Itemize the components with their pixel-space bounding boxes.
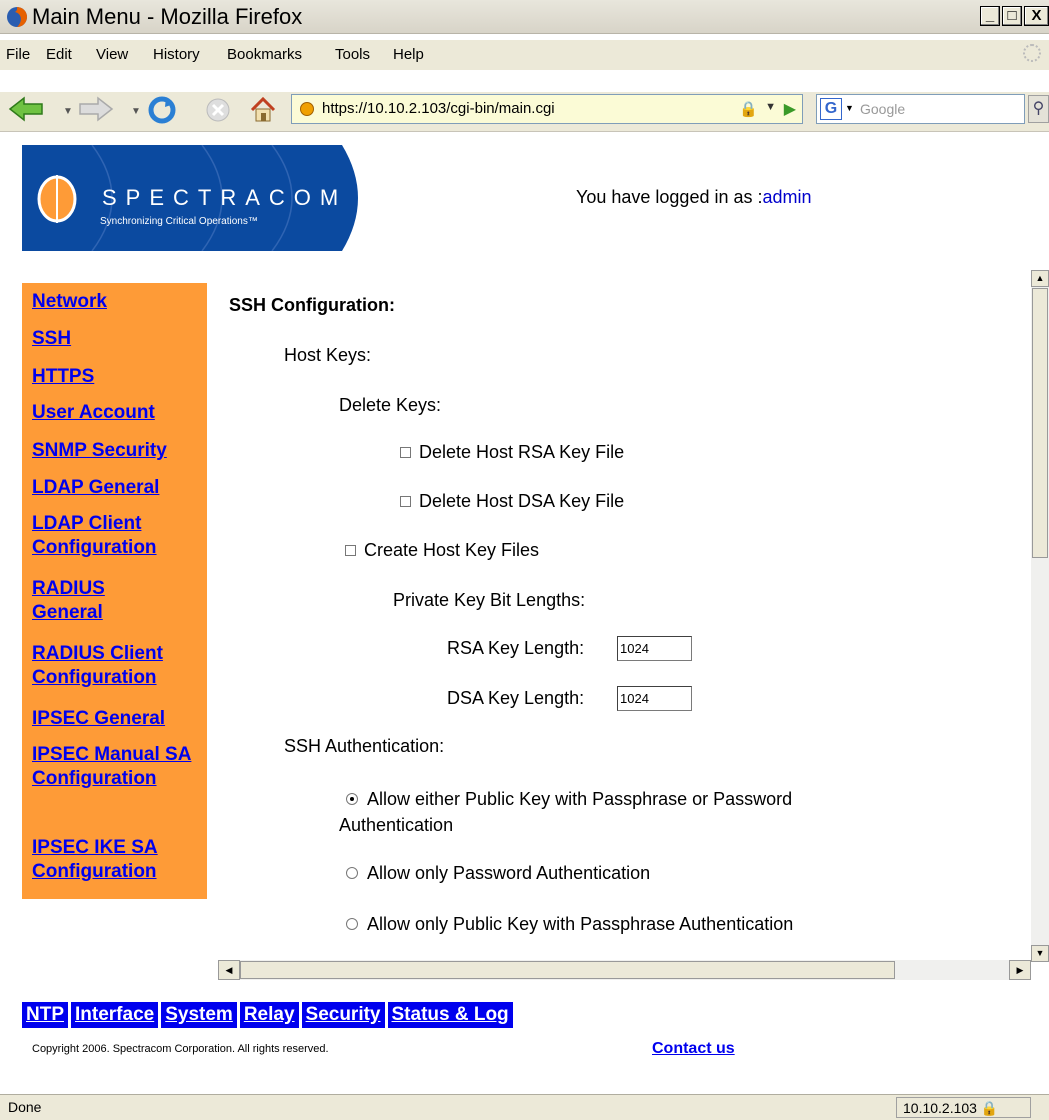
create-keys-label: Create Host Key Files bbox=[364, 540, 540, 560]
vertical-scrollbar[interactable]: ▲ ▼ bbox=[1031, 270, 1049, 962]
scroll-down-button[interactable]: ▼ bbox=[1031, 945, 1049, 962]
url-dropdown-icon[interactable]: ▼ bbox=[765, 101, 776, 113]
page-title: SSH Configuration: bbox=[229, 295, 395, 315]
footer-tab-status-log[interactable]: Status & Log bbox=[387, 1002, 513, 1028]
search-magnifier-icon[interactable]: ⚲ bbox=[1028, 95, 1049, 123]
auth-pubkey-radio[interactable] bbox=[346, 918, 358, 930]
window-title: Main Menu - Mozilla Firefox bbox=[32, 4, 303, 29]
auth-either-radio[interactable] bbox=[346, 793, 358, 805]
auth-password-label: Allow only Password Authentication bbox=[367, 863, 651, 883]
spectracom-logo: SPECTRACOM Synchronizing Critical Operat… bbox=[22, 145, 372, 251]
sidebar-item-radius-client[interactable]: RADIUS Client Configuration bbox=[32, 642, 192, 690]
horizontal-scrollbar[interactable]: ◀ ▶ bbox=[218, 960, 1031, 980]
window-title-bar: Main Menu - Mozilla Firefox _ □ X bbox=[0, 0, 1049, 34]
svg-text:Synchronizing Critical Operati: Synchronizing Critical Operations™ bbox=[100, 216, 258, 227]
key-lengths-label: Private Key Bit Lengths: bbox=[393, 590, 586, 610]
content-frame: SSH Configuration: Host Keys: Delete Key… bbox=[218, 270, 1046, 986]
status-text: Done bbox=[8, 1099, 42, 1115]
search-placeholder: Google bbox=[860, 101, 906, 117]
svg-text:SPECTRACOM: SPECTRACOM bbox=[102, 185, 347, 210]
auth-either-label-cont: Authentication bbox=[339, 815, 454, 835]
status-host: 10.10.2.103 🔒 bbox=[896, 1097, 1031, 1118]
footer-tab-relay[interactable]: Relay bbox=[239, 1002, 299, 1028]
delete-dsa-checkbox[interactable] bbox=[400, 496, 411, 507]
vertical-scroll-thumb[interactable] bbox=[1032, 288, 1048, 558]
delete-rsa-checkbox[interactable] bbox=[400, 447, 411, 458]
minimize-button[interactable]: _ bbox=[980, 6, 1000, 26]
host-keys-label: Host Keys: bbox=[284, 345, 372, 365]
auth-password-radio[interactable] bbox=[346, 867, 358, 879]
home-icon[interactable] bbox=[249, 96, 277, 124]
footer-navigation: NTP Interface System Relay Security Status & … bbox=[22, 1002, 516, 1030]
contact-link[interactable]: Contact us bbox=[652, 1040, 735, 1058]
sidebar-item-snmp-security[interactable]: SNMP Security bbox=[32, 439, 167, 463]
auth-pubkey-label: Allow only Public Key with Passphrase Au… bbox=[367, 914, 794, 934]
menu-tools[interactable]: Tools bbox=[335, 46, 370, 63]
back-dropdown-icon[interactable]: ▼ bbox=[63, 106, 73, 117]
padlock-icon[interactable]: 🔒 bbox=[739, 100, 758, 118]
url-text[interactable]: https://10.10.2.103/cgi-bin/main.cgi bbox=[322, 100, 555, 117]
login-prefix: You have logged in as : bbox=[576, 187, 763, 207]
site-identity-icon[interactable] bbox=[300, 102, 314, 116]
rsa-length-label: RSA Key Length: bbox=[447, 638, 585, 658]
login-status: You have logged in as :admin bbox=[576, 187, 812, 208]
sidebar: Network SSH HTTPS User Account SNMP Secu… bbox=[22, 283, 207, 899]
menu-help[interactable]: Help bbox=[393, 46, 424, 63]
search-box[interactable]: G ▼ Google bbox=[816, 94, 1025, 124]
footer-tab-ntp[interactable]: NTP bbox=[22, 1002, 68, 1028]
footer-tab-system[interactable]: System bbox=[161, 1002, 237, 1028]
sidebar-item-https[interactable]: HTTPS bbox=[32, 365, 94, 389]
sidebar-item-ipsec-ike[interactable]: IPSEC IKE SA Configuration bbox=[32, 836, 192, 884]
copyright-text: Copyright 2006. Spectracom Corporation. … bbox=[32, 1043, 329, 1055]
status-padlock-icon[interactable]: 🔒 bbox=[981, 1100, 998, 1116]
engine-dropdown-icon[interactable]: ▼ bbox=[845, 103, 854, 113]
address-bar[interactable]: https://10.10.2.103/cgi-bin/main.cgi 🔒 ▼… bbox=[291, 94, 803, 124]
menu-bookmarks[interactable]: Bookmarks bbox=[227, 46, 302, 63]
sidebar-item-ipsec-general[interactable]: IPSEC General bbox=[32, 707, 165, 731]
menu-file[interactable]: File bbox=[6, 46, 30, 63]
ssh-auth-label: SSH Authentication: bbox=[284, 736, 445, 756]
go-arrow-icon[interactable]: ▶ bbox=[784, 99, 796, 119]
forward-arrow-icon[interactable] bbox=[78, 96, 114, 122]
firefox-icon bbox=[7, 7, 27, 27]
back-arrow-icon[interactable] bbox=[8, 96, 44, 122]
forward-dropdown-icon[interactable]: ▼ bbox=[131, 106, 141, 117]
sidebar-item-ssh[interactable]: SSH bbox=[32, 327, 71, 351]
menu-view[interactable]: View bbox=[96, 46, 128, 63]
sidebar-item-user-account[interactable]: User Account bbox=[32, 401, 155, 425]
status-host-text: 10.10.2.103 bbox=[903, 1100, 977, 1116]
sidebar-item-ldap-client[interactable]: LDAP Client Configuration bbox=[32, 512, 192, 560]
reload-icon[interactable] bbox=[148, 96, 176, 124]
sidebar-item-ipsec-manual[interactable]: IPSEC Manual SA Configuration bbox=[32, 743, 192, 791]
google-engine-icon[interactable]: G bbox=[820, 98, 842, 120]
menu-bar: File Edit View History Bookmarks Tools H… bbox=[0, 40, 1049, 70]
status-bar: Done 10.10.2.103 🔒 bbox=[0, 1094, 1049, 1120]
sidebar-item-ldap-general[interactable]: LDAP General bbox=[32, 476, 159, 500]
login-user: admin bbox=[762, 187, 812, 207]
stop-icon[interactable] bbox=[205, 97, 231, 123]
footer-tab-interface[interactable]: Interface bbox=[71, 1002, 159, 1028]
horizontal-scroll-thumb[interactable] bbox=[240, 961, 895, 979]
footer-tab-security[interactable]: Security bbox=[301, 1002, 385, 1028]
delete-rsa-label: Delete Host RSA Key File bbox=[419, 442, 625, 462]
sidebar-item-radius-general[interactable]: RADIUS General bbox=[32, 577, 132, 625]
rsa-length-input[interactable] bbox=[617, 636, 692, 661]
scroll-left-button[interactable]: ◀ bbox=[218, 960, 240, 980]
navigation-toolbar: ▼ ▼ https://10.10.2.103/cgi-bin/main.cgi… bbox=[0, 92, 1049, 132]
menu-edit[interactable]: Edit bbox=[46, 46, 72, 63]
delete-dsa-label: Delete Host DSA Key File bbox=[419, 491, 625, 511]
scroll-up-button[interactable]: ▲ bbox=[1031, 270, 1049, 287]
dsa-length-input[interactable] bbox=[617, 686, 692, 711]
menu-history[interactable]: History bbox=[153, 46, 200, 63]
close-button[interactable]: X bbox=[1024, 6, 1049, 26]
delete-keys-label: Delete Keys: bbox=[339, 395, 442, 415]
sidebar-item-network[interactable]: Network bbox=[32, 290, 107, 314]
maximize-button[interactable]: □ bbox=[1002, 6, 1022, 26]
create-keys-checkbox[interactable] bbox=[345, 545, 356, 556]
throbber-icon bbox=[1023, 44, 1041, 62]
scroll-right-button[interactable]: ▶ bbox=[1009, 960, 1031, 980]
dsa-length-label: DSA Key Length: bbox=[447, 688, 585, 708]
auth-either-label: Allow either Public Key with Passphrase … bbox=[367, 789, 793, 809]
